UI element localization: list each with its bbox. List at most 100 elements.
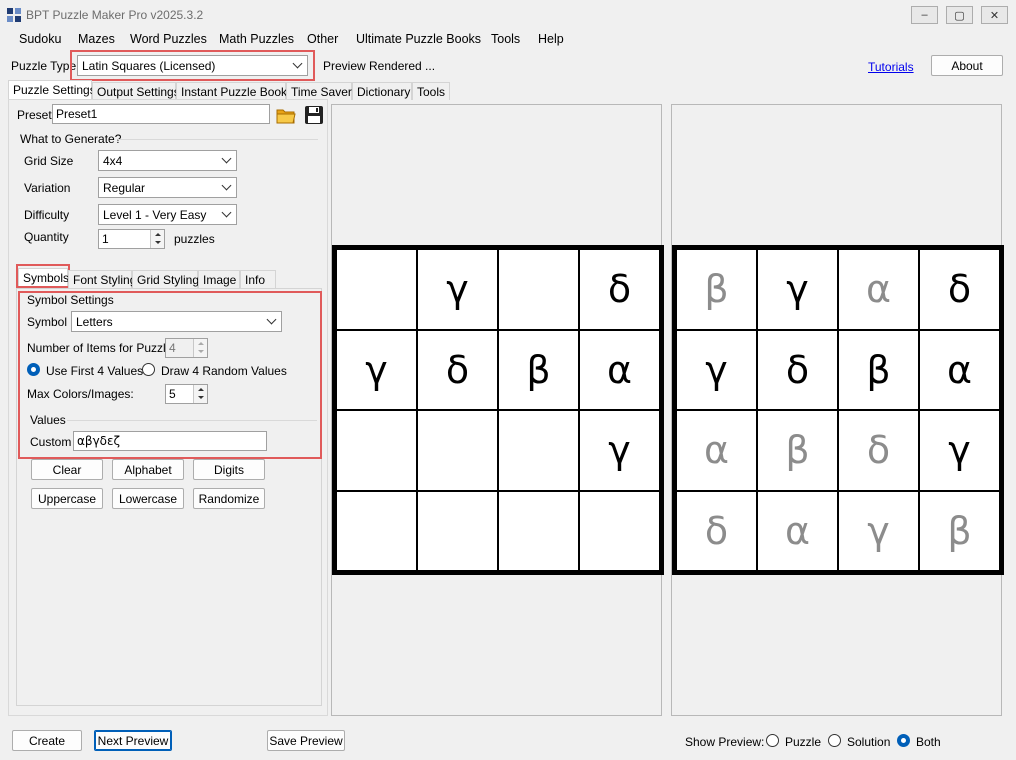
solution-grid: βγαδγδβααβδγδαγβ — [672, 245, 1004, 575]
difficulty-value: Level 1 - Very Easy — [103, 208, 207, 222]
symbol-value: Letters — [76, 315, 113, 329]
folder-open-icon[interactable] — [275, 104, 297, 126]
grid-cell: δ — [418, 330, 497, 409]
show-both-radio[interactable] — [897, 734, 910, 747]
tab-dictionary[interactable]: Dictionary — [352, 82, 412, 100]
menu-sudoku[interactable]: Sudoku — [19, 32, 61, 46]
lowercase-button[interactable]: Lowercase — [112, 488, 184, 509]
create-button[interactable]: Create — [12, 730, 82, 751]
items-stepper: 4 — [165, 338, 208, 358]
tab-instant-puzzle-books[interactable]: Instant Puzzle Books — [176, 82, 293, 100]
grid-cell: α — [920, 330, 999, 409]
custom-label: Custom — [30, 435, 72, 449]
menu-mazes[interactable]: Mazes — [78, 32, 115, 46]
grid-cell: β — [499, 330, 578, 409]
quantity-unit: puzzles — [174, 232, 215, 246]
menu-tools[interactable]: Tools — [491, 32, 520, 46]
show-solution-label[interactable]: Solution — [847, 735, 890, 749]
variation-value: Regular — [103, 181, 146, 195]
chevron-down-icon — [221, 153, 232, 164]
custom-values-input[interactable]: αβγδεζ — [73, 431, 267, 451]
show-both-label[interactable]: Both — [916, 735, 941, 749]
chevron-down-icon — [266, 314, 277, 325]
grid-size-dropdown[interactable]: 4x4 — [98, 150, 237, 171]
grid-cell: δ — [580, 250, 659, 329]
menu-word-puzzles[interactable]: Word Puzzles — [130, 32, 207, 46]
grid-cell: γ — [758, 250, 837, 329]
grid-cell — [499, 491, 578, 570]
spin-arrows-icon[interactable] — [193, 385, 207, 403]
show-puzzle-radio[interactable] — [766, 734, 779, 747]
save-preview-button[interactable]: Save Preview — [267, 730, 345, 751]
items-value: 4 — [169, 341, 176, 355]
use-first-values-radio[interactable] — [27, 363, 40, 376]
about-button[interactable]: About — [931, 55, 1003, 76]
puzzle-type-label: Puzzle Type — [11, 59, 77, 73]
grid-cell — [418, 411, 497, 490]
tab-time-saver[interactable]: Time Saver — [286, 82, 352, 100]
maximize-button[interactable]: ▢ — [946, 6, 973, 24]
uppercase-button[interactable]: Uppercase — [31, 488, 103, 509]
variation-label: Variation — [24, 181, 71, 195]
app-logo-icon — [7, 8, 21, 22]
close-button[interactable]: ✕ — [981, 6, 1008, 24]
quantity-stepper[interactable]: 1 — [98, 229, 165, 249]
puzzle-grid: γδγδβαγ — [332, 245, 664, 575]
tab-grid-styling[interactable]: Grid Styling — [132, 270, 199, 288]
variation-dropdown[interactable]: Regular — [98, 177, 237, 198]
clear-button[interactable]: Clear — [31, 459, 103, 480]
tab-image[interactable]: Image — [198, 270, 240, 288]
grid-cell: δ — [920, 250, 999, 329]
grid-cell: β — [758, 411, 837, 490]
grid-cell — [499, 250, 578, 329]
solution-preview-pane: βγαδγδβααβδγδαγβ — [671, 104, 1004, 716]
menu-other[interactable]: Other — [307, 32, 338, 46]
what-to-generate-title: What to Generate? — [20, 132, 122, 146]
digits-button[interactable]: Digits — [193, 459, 265, 480]
preset-input[interactable]: Preset1 — [52, 104, 270, 124]
draw-random-values-radio[interactable] — [142, 363, 155, 376]
minimize-button[interactable]: – — [911, 6, 938, 24]
grid-cell: γ — [418, 250, 497, 329]
max-colors-stepper[interactable]: 5 — [165, 384, 208, 404]
spin-arrows-icon — [193, 339, 207, 357]
grid-cell: δ — [758, 330, 837, 409]
symbol-dropdown[interactable]: Letters — [71, 311, 282, 332]
tutorials-link[interactable]: Tutorials — [868, 60, 914, 74]
grid-cell: γ — [677, 330, 756, 409]
alphabet-button[interactable]: Alphabet — [112, 459, 184, 480]
spin-arrows-icon[interactable] — [150, 230, 164, 248]
group-divider — [118, 139, 318, 140]
symbol-label: Symbol — [27, 315, 68, 329]
menu-math-puzzles[interactable]: Math Puzzles — [219, 32, 294, 46]
difficulty-dropdown[interactable]: Level 1 - Very Easy — [98, 204, 237, 225]
grid-cell: β — [920, 491, 999, 570]
tab-font-styling[interactable]: Font Styling — [68, 270, 136, 288]
grid-cell: γ — [920, 411, 999, 490]
show-puzzle-label[interactable]: Puzzle — [785, 735, 821, 749]
next-preview-button[interactable]: Next Preview — [94, 730, 172, 751]
save-icon[interactable] — [303, 104, 325, 126]
show-solution-radio[interactable] — [828, 734, 841, 747]
symbols-tab-highlight — [16, 264, 70, 288]
menu-bar: Sudoku Mazes Word Puzzles Math Puzzles O… — [0, 30, 1016, 50]
grid-cell: δ — [839, 411, 918, 490]
menu-help[interactable]: Help — [538, 32, 564, 46]
draw-random-values-label[interactable]: Draw 4 Random Values — [161, 364, 287, 378]
values-title: Values — [30, 413, 66, 427]
tab-tools[interactable]: Tools — [412, 82, 450, 100]
grid-cell: α — [758, 491, 837, 570]
grid-size-value: 4x4 — [103, 154, 123, 168]
use-first-values-label[interactable]: Use First 4 Values — [46, 364, 143, 378]
chevron-down-icon — [221, 180, 232, 191]
tab-puzzle-settings[interactable]: Puzzle Settings — [8, 80, 96, 100]
grid-cell — [499, 411, 578, 490]
grid-cell — [337, 250, 416, 329]
grid-cell: γ — [337, 330, 416, 409]
randomize-button[interactable]: Randomize — [193, 488, 265, 509]
tab-output-settings[interactable]: Output Settings — [92, 82, 180, 100]
grid-cell — [337, 411, 416, 490]
tab-info[interactable]: Info — [240, 270, 276, 288]
menu-ultimate-puzzle-books[interactable]: Ultimate Puzzle Books — [356, 32, 481, 46]
max-colors-label: Max Colors/Images: — [27, 387, 134, 401]
